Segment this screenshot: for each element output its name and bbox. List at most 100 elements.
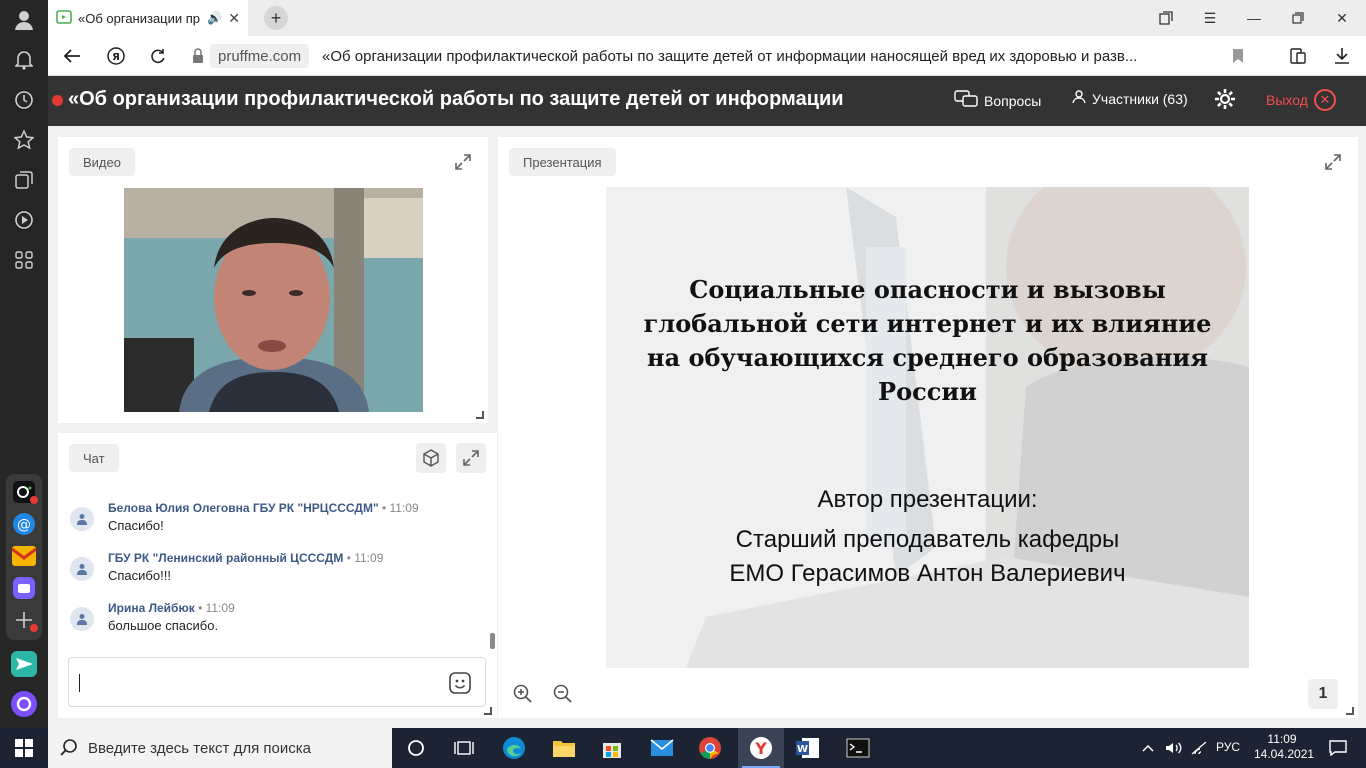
tray-chevron-up-icon[interactable] [1136,732,1160,764]
send-app-icon[interactable] [8,648,40,680]
text-cursor [79,674,80,692]
message-text: большое спасибо. [108,618,219,633]
message-meta: Ирина Лейбюк • 11:09 [108,601,235,615]
restore-icon[interactable] [1276,0,1320,36]
message-author[interactable]: Ирина Лейбюк [108,601,195,615]
system-clock[interactable]: 11:09 14.04.2021 [1254,732,1314,762]
apps-grid-icon[interactable] [8,244,40,276]
slide-title: Социальные опасности и вызовы глобальной… [606,273,1249,409]
message-author[interactable]: ГБУ РК "Ленинский районный ЦСССДМ [108,551,343,565]
yandex-logo-icon[interactable]: Я [100,40,132,72]
message-author[interactable]: Белова Юлия Олеговна ГБУ РК "НРЦСССДМ" [108,501,379,515]
speaker-icon[interactable]: 🔊 [207,11,222,25]
network-icon[interactable] [1186,732,1212,764]
task-view-icon[interactable] [444,732,484,764]
participants-label: Участники (63) [1092,90,1188,107]
svg-text:Я: Я [112,52,120,63]
message-text: Спасибо!!! [108,568,171,583]
windows-taskbar: Введите здесь текст для поиска Y W РУС 1… [0,728,1366,768]
page-title: «Об организации профилактической работы … [68,88,844,110]
collections-icon[interactable] [8,164,40,196]
svg-text:@: @ [17,517,31,533]
slide-title-line: Социальные опасности и вызовы [689,275,1166,304]
cortana-icon[interactable] [396,732,436,764]
message-time: • 11:09 [381,501,419,515]
tab-active[interactable]: «Об организации пр 🔊 ✕ [48,0,248,36]
settings-gear-icon[interactable] [1214,88,1236,110]
gmail-icon[interactable] [8,540,40,572]
search-placeholder: Введите здесь текст для поиска [88,739,311,757]
user-avatar-icon [70,607,94,631]
participants-button[interactable]: Участники (63) [1072,90,1188,107]
new-tab-button[interactable]: + [264,6,288,30]
message-time: • 11:09 [198,601,235,615]
file-explorer-icon[interactable] [544,732,584,764]
expand-presentation-icon[interactable] [1318,147,1348,177]
zoom-in-icon[interactable] [508,679,538,709]
url-page-title[interactable]: «Об организации профилактической работы … [322,44,1222,68]
presentation-resize-handle[interactable] [1346,707,1354,715]
zoom-out-icon[interactable] [548,679,578,709]
alice-assistant-icon[interactable] [8,688,40,720]
reload-icon[interactable] [142,40,174,72]
mail-at-icon[interactable]: @ [8,508,40,540]
slide-title-line: России [878,377,977,406]
taskbar-search-box[interactable]: Введите здесь текст для поиска [48,728,392,768]
questions-icon [954,90,978,111]
download-icon[interactable] [1326,40,1358,72]
tab-title: «Об организации пр [78,10,201,26]
slide-author-line: Старший преподаватель кафедры [735,526,1120,553]
chat-scrollbar[interactable] [490,633,495,649]
slide-background-image [606,187,1249,668]
message-meta: Белова Юлия Олеговна ГБУ РК "НРЦСССДМ" •… [108,501,419,515]
profile-icon[interactable] [8,4,40,36]
star-icon[interactable] [8,124,40,156]
yandex-browser-taskbar-icon[interactable]: Y [738,728,784,768]
live-indicator [52,95,63,106]
slide-title-line: глобальной сети интернет и их влияние [643,309,1212,338]
bookmark-icon[interactable] [1222,40,1254,72]
edge-browser-icon[interactable] [494,732,534,764]
presentation-label: Презентация [509,148,616,176]
chat-panel: Чат Белова Юлия Олеговна ГБУ РК "НРЦСССД… [58,433,497,718]
exit-button[interactable]: Выход ✕ [1266,89,1336,111]
chat-resize-handle[interactable] [484,707,492,715]
tabs-panel-icon[interactable] [1144,0,1188,36]
mail-icon[interactable] [642,732,682,764]
back-arrow-icon[interactable] [56,40,88,72]
user-avatar-icon [70,507,94,531]
close-window-icon[interactable]: ✕ [1320,0,1364,36]
chrome-icon[interactable] [690,732,730,764]
history-icon[interactable] [8,84,40,116]
message-time: • 11:09 [346,551,384,565]
speaker-video-feed [124,188,423,412]
lock-icon[interactable] [192,48,204,69]
minimize-icon[interactable]: — [1232,0,1276,36]
microsoft-store-icon[interactable] [592,732,632,764]
notification-center-icon[interactable] [1318,732,1358,764]
url-domain[interactable]: pruffme.com [210,44,310,68]
play-icon[interactable] [8,204,40,236]
reader-icon[interactable] [1282,40,1314,72]
questions-button[interactable]: Вопросы [954,90,1041,111]
menu-icon[interactable]: ☰ [1188,0,1232,36]
expand-chat-icon[interactable] [456,443,486,473]
tab-favicon-icon [56,9,72,28]
video-resize-handle[interactable] [476,411,484,419]
clock-time: 11:09 [1267,732,1297,746]
input-language[interactable]: РУС [1216,740,1240,754]
terminal-icon[interactable] [838,732,878,764]
volume-icon[interactable] [1160,732,1188,764]
windows-start-icon[interactable] [4,732,44,764]
emoji-icon[interactable] [449,672,471,699]
exit-label: Выход [1266,92,1308,108]
slide-page-number[interactable]: 1 [1308,679,1338,709]
cube-icon[interactable] [416,443,446,473]
expand-video-icon[interactable] [448,147,478,177]
word-icon[interactable]: W [788,732,828,764]
bell-icon[interactable] [8,44,40,76]
browser-side-rail: @ [0,0,48,728]
chat-input[interactable] [68,657,486,707]
tab-close-icon[interactable]: ✕ [228,10,240,27]
messenger-icon[interactable] [8,572,40,604]
